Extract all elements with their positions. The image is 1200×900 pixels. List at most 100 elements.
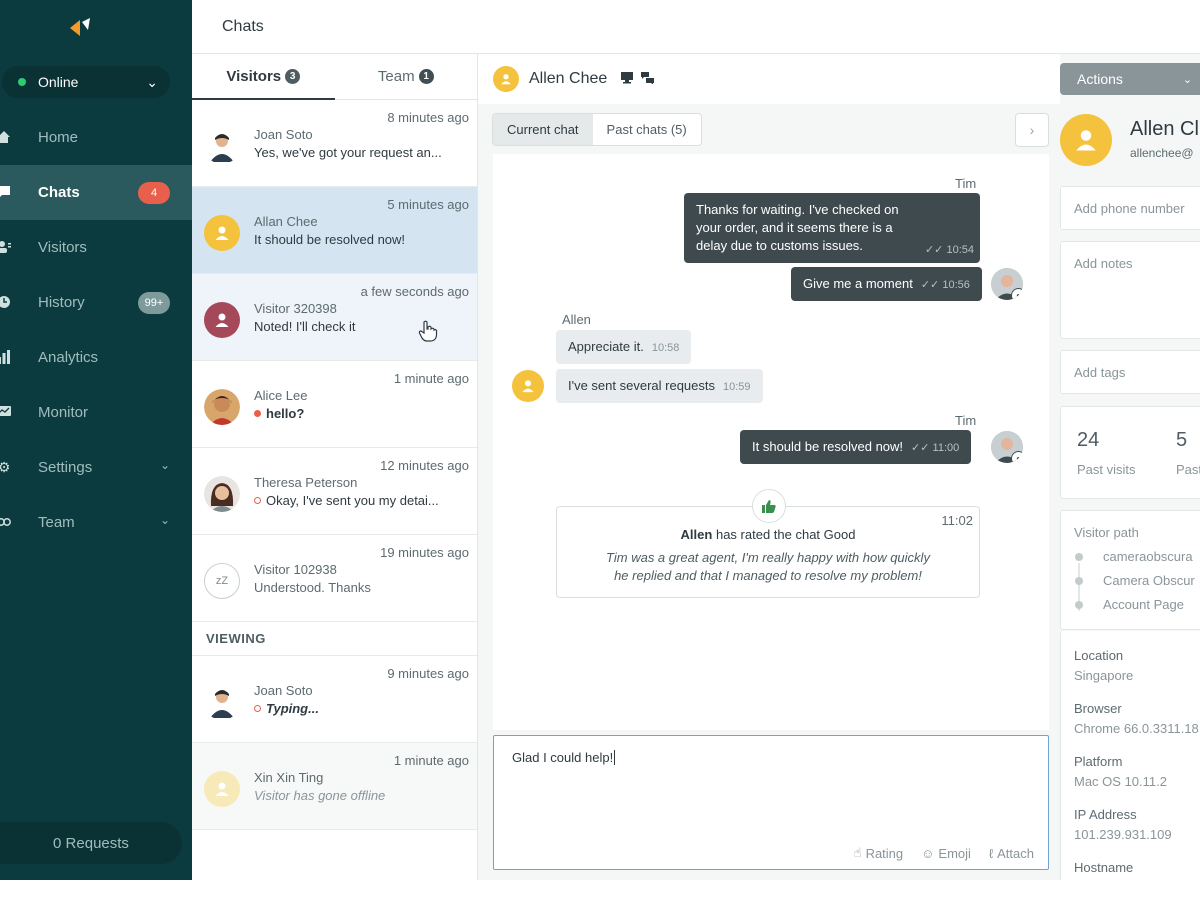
chat-rating-card: 11:02 Allen has rated the chat Good Tim … (556, 489, 980, 598)
sidebar-item-label: Monitor (38, 404, 89, 421)
visitor-details-panel: Actions ⌄ Allen Cl allenchee@ Add phone … (1060, 54, 1200, 880)
person-avatar-icon (210, 690, 234, 718)
avatar (204, 215, 240, 251)
chat-list-item[interactable]: 8 minutes ago Joan Soto Yes, we've got y… (192, 100, 477, 187)
user-silhouette-icon (522, 380, 534, 393)
viewing-section-label: VIEWING (192, 622, 477, 656)
chat-list-item[interactable]: 1 minute ago Alice Lee hello? (192, 361, 477, 448)
requests-button[interactable]: 0 Requests (0, 822, 182, 864)
message-text: I've sent several requests (568, 378, 715, 393)
chat-list-item[interactable]: 5 minutes ago Allan Chee It should be re… (192, 187, 477, 274)
chat-time: 12 minutes ago (380, 458, 469, 473)
tab-team[interactable]: Team 1 (335, 54, 478, 99)
rating-time: 11:02 (941, 513, 973, 528)
chat-channel-icon (641, 71, 655, 87)
sidebar-item-team[interactable]: Team ⌄ (0, 495, 192, 550)
status-label: Online (38, 74, 79, 90)
rating-action: has rated the chat Good (715, 527, 856, 542)
chevron-down-icon: ⌄ (159, 513, 170, 527)
sidebar-item-analytics[interactable]: Analytics (0, 330, 192, 385)
message-line: your order, and it seems there is a (696, 220, 893, 235)
desktop-device-icon (621, 71, 634, 87)
visitor-info-card: Location Singapore Browser Chrome 66.0.3… (1060, 631, 1200, 880)
message-sender: Tim (955, 176, 977, 191)
chat-list-item[interactable]: zZ 19 minutes ago Visitor 102938 Underst… (192, 535, 477, 622)
chevron-down-icon: ⌄ (159, 458, 170, 472)
avatar (204, 771, 240, 807)
message-composer[interactable]: Glad I could help! ☝ Rating ☺ Emoji ℓ Attac… (493, 735, 1049, 870)
tab-past-chats[interactable]: Past chats (5) (593, 114, 701, 145)
chat-time: 9 minutes ago (387, 666, 469, 681)
tab-current-chat[interactable]: Current chat (493, 114, 593, 145)
unread-dot (254, 410, 261, 417)
sidebar-item-chats[interactable]: Chats 4 (0, 165, 192, 220)
chat-time: a few seconds ago (360, 284, 469, 299)
sidebar: Online ⌄ Home Chats 4 Visitors History 9… (0, 0, 192, 880)
sidebar-item-label: Analytics (38, 349, 99, 366)
info-location-value: Singapore (1074, 668, 1134, 683)
message-time-text: 10:54 (946, 244, 974, 256)
message-text: Appreciate it. (568, 339, 644, 354)
sidebar-item-history[interactable]: History 99+ (0, 275, 192, 330)
chat-list-item[interactable]: 12 minutes ago Theresa Peterson Okay, I'… (192, 448, 477, 535)
sidebar-item-home[interactable]: Home (0, 110, 192, 165)
rating-button-label: Rating (865, 845, 904, 861)
sidebar-item-monitor[interactable]: Monitor (0, 385, 192, 440)
message-text: It should be resolved now! (752, 439, 904, 454)
avatar (204, 389, 240, 425)
status-ring (254, 705, 261, 712)
rating-comment-line: he replied and that I managed to resolve… (614, 568, 922, 583)
path-dot (1075, 601, 1083, 609)
message-sender: Allen (562, 312, 591, 327)
conversation-panel: Allen Chee Current chat Past chats (5) ›… (478, 54, 1060, 880)
visitor-path-item[interactable]: cameraobscura (1103, 549, 1193, 564)
tab-label: Visitors (226, 68, 282, 85)
agent-avatar: ● (991, 268, 1023, 300)
actions-dropdown-button[interactable]: Actions ⌄ (1060, 63, 1200, 95)
chat-list-item[interactable]: a few seconds ago Visitor 320398 Noted! … (192, 274, 477, 361)
agent-avatar: ● (991, 431, 1023, 463)
info-ip-label: IP Address (1074, 807, 1137, 822)
viewing-list-item[interactable]: 9 minutes ago Joan Soto Typing... (192, 656, 477, 743)
notes-field[interactable]: Add notes (1060, 241, 1200, 339)
app-logo-icon[interactable] (66, 14, 96, 42)
avatar (204, 476, 240, 512)
conversation-visitor-name: Allen Chee (529, 70, 608, 87)
hand-cursor-icon (418, 320, 438, 342)
sidebar-item-settings[interactable]: ⚙ Settings ⌄ (0, 440, 192, 495)
typing-indicator: Typing... (266, 701, 319, 716)
sidebar-item-visitors[interactable]: Visitors (0, 220, 192, 275)
phone-placeholder: Add phone number (1074, 201, 1185, 216)
agent-badge-icon: ● (1011, 288, 1023, 300)
user-silhouette-icon (215, 226, 229, 240)
rating-comment-line: Tim was a great agent, I'm really happy … (606, 550, 930, 565)
message-line: Thanks for waiting. I've checked on (696, 202, 899, 217)
attach-button[interactable]: ℓ Attach (989, 845, 1034, 861)
viewing-list-item[interactable]: 1 minute ago Xin Xin Ting Visitor has go… (192, 743, 477, 830)
visitor-profile: Allen Cl allenchee@ (1060, 106, 1200, 176)
chat-preview: Okay, I've sent you my detai... (254, 493, 466, 508)
chat-visitor-name: Theresa Peterson (254, 475, 358, 490)
rating-button[interactable]: ☝ Rating (854, 845, 904, 861)
phone-field[interactable]: Add phone number (1060, 186, 1200, 230)
avatar (1060, 114, 1112, 166)
page-header: Chats (192, 0, 1200, 54)
analytics-bars-icon (0, 349, 12, 365)
visitor-name: Allen Cl (1130, 118, 1199, 140)
user-silhouette-icon (1076, 130, 1096, 151)
emoji-button[interactable]: ☺ Emoji (921, 845, 971, 861)
paperclip-icon: ℓ (988, 845, 994, 861)
conversation-header: Allen Chee (478, 54, 1060, 104)
composer-input-text[interactable]: Glad I could help! (512, 750, 615, 765)
tags-field[interactable]: Add tags (1060, 350, 1200, 394)
chat-preview: It should be resolved now! (254, 232, 406, 247)
tab-visitors[interactable]: Visitors 3 (192, 54, 335, 100)
visitor-path-card: Visitor path cameraobscura Camera Obscur… (1060, 510, 1200, 630)
visitor-path-item[interactable]: Camera Obscur (1103, 573, 1195, 588)
stat-value: 24 (1077, 429, 1100, 451)
status-dropdown[interactable]: Online ⌄ (2, 66, 170, 98)
agent-badge-icon: ● (1011, 451, 1023, 463)
stat-label: Past (1176, 462, 1200, 477)
visitor-path-item[interactable]: Account Page (1103, 597, 1184, 612)
next-chat-button[interactable]: › (1015, 113, 1049, 147)
